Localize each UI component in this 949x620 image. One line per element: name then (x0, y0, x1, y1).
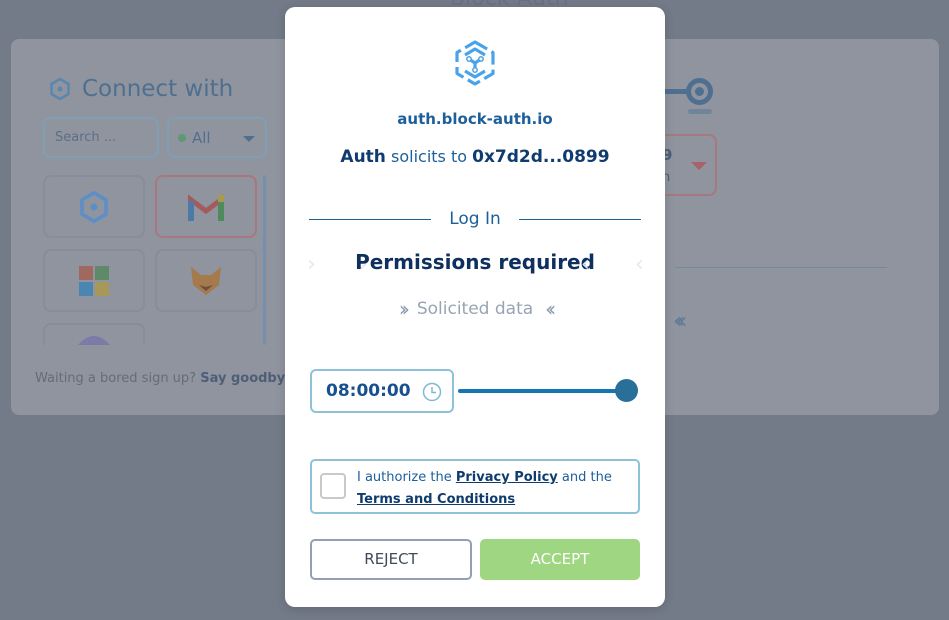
block-auth-icon (80, 190, 108, 223)
divider-label: Log In (449, 209, 501, 229)
bg-divider (675, 267, 887, 268)
provider-tile-other[interactable] (43, 323, 145, 345)
bg-progress-step-bar (688, 109, 712, 114)
auth-modal: auth.block-auth.io Auth solicits to 0x7d… (285, 7, 665, 607)
reject-button[interactable]: REJECT (310, 539, 472, 580)
provider-list-scrollbar[interactable] (263, 175, 266, 345)
duration-slider-track[interactable] (458, 389, 626, 393)
bg-chevrons-left-icon: ‹‹‹ (673, 309, 688, 334)
session-duration-input[interactable]: 08:00:00 (310, 369, 454, 413)
next-step-label: Solicited data (416, 299, 534, 319)
accept-button[interactable]: ACCEPT (480, 539, 640, 580)
other-provider-icon (78, 336, 110, 345)
provider-tile-block-auth[interactable] (43, 175, 145, 238)
terms-conditions-link[interactable]: Terms and Conditions (357, 492, 515, 507)
solicit-line: Auth solicits to 0x7d2d...0899 (285, 147, 665, 167)
bg-progress-step-icon (686, 78, 713, 105)
block-auth-logo-icon (50, 77, 70, 101)
next-step[interactable]: ›› Solicited data ‹‹ (285, 297, 665, 321)
block-auth-logo-icon (455, 40, 495, 86)
microsoft-icon (79, 265, 109, 296)
provider-filter-select[interactable]: All (167, 117, 267, 158)
terms-mid: and the (561, 470, 612, 485)
login-divider: Log In (309, 209, 641, 229)
terms-prefix: I authorize the (357, 470, 452, 485)
chevron-down-icon (691, 162, 707, 170)
step-title: Permissions required (355, 250, 595, 274)
terms-checkbox[interactable] (320, 473, 346, 499)
double-chevron-right-icon: ›› (398, 297, 410, 321)
provider-search-input[interactable]: Search ... (43, 117, 159, 158)
double-chevron-left-icon: ‹‹ (545, 297, 556, 321)
divider-line (518, 218, 641, 220)
status-dot-icon (178, 133, 186, 142)
provider-tile-metamask[interactable] (155, 249, 257, 312)
solicit-text: solicits to (391, 147, 468, 166)
requesting-domain: auth.block-auth.io (397, 110, 553, 128)
signup-footer: Waiting a bored sign up? Say goodbye t (35, 371, 285, 386)
terms-text: I authorize the Privacy Policy and the T… (357, 467, 627, 511)
connect-title: Connect with (82, 76, 234, 102)
metamask-icon (191, 266, 221, 295)
provider-tile-microsoft[interactable] (43, 249, 145, 312)
session-duration-value: 08:00:00 (326, 381, 411, 401)
connect-header: Connect with (48, 76, 233, 102)
filter-value: All (192, 128, 211, 147)
gmail-icon (188, 193, 224, 221)
wallet-address: 0x7d2d...0899 (472, 147, 610, 167)
privacy-policy-link[interactable]: Privacy Policy (456, 470, 558, 485)
provider-tile-gmail[interactable] (155, 175, 257, 238)
chevron-down-icon (243, 136, 255, 142)
duration-slider-handle[interactable] (614, 379, 638, 402)
chevron-left-icon: ‹ (635, 252, 644, 277)
clock-icon[interactable] (422, 382, 442, 402)
divider-line (309, 218, 432, 220)
chevron-left-icon: ‹ (581, 252, 590, 277)
footer-link[interactable]: Say goodbye t (200, 371, 285, 386)
terms-consent: I authorize the Privacy Policy and the T… (310, 459, 640, 514)
solicit-app: Auth (340, 147, 386, 167)
footer-text: Waiting a bored sign up? (35, 371, 197, 386)
